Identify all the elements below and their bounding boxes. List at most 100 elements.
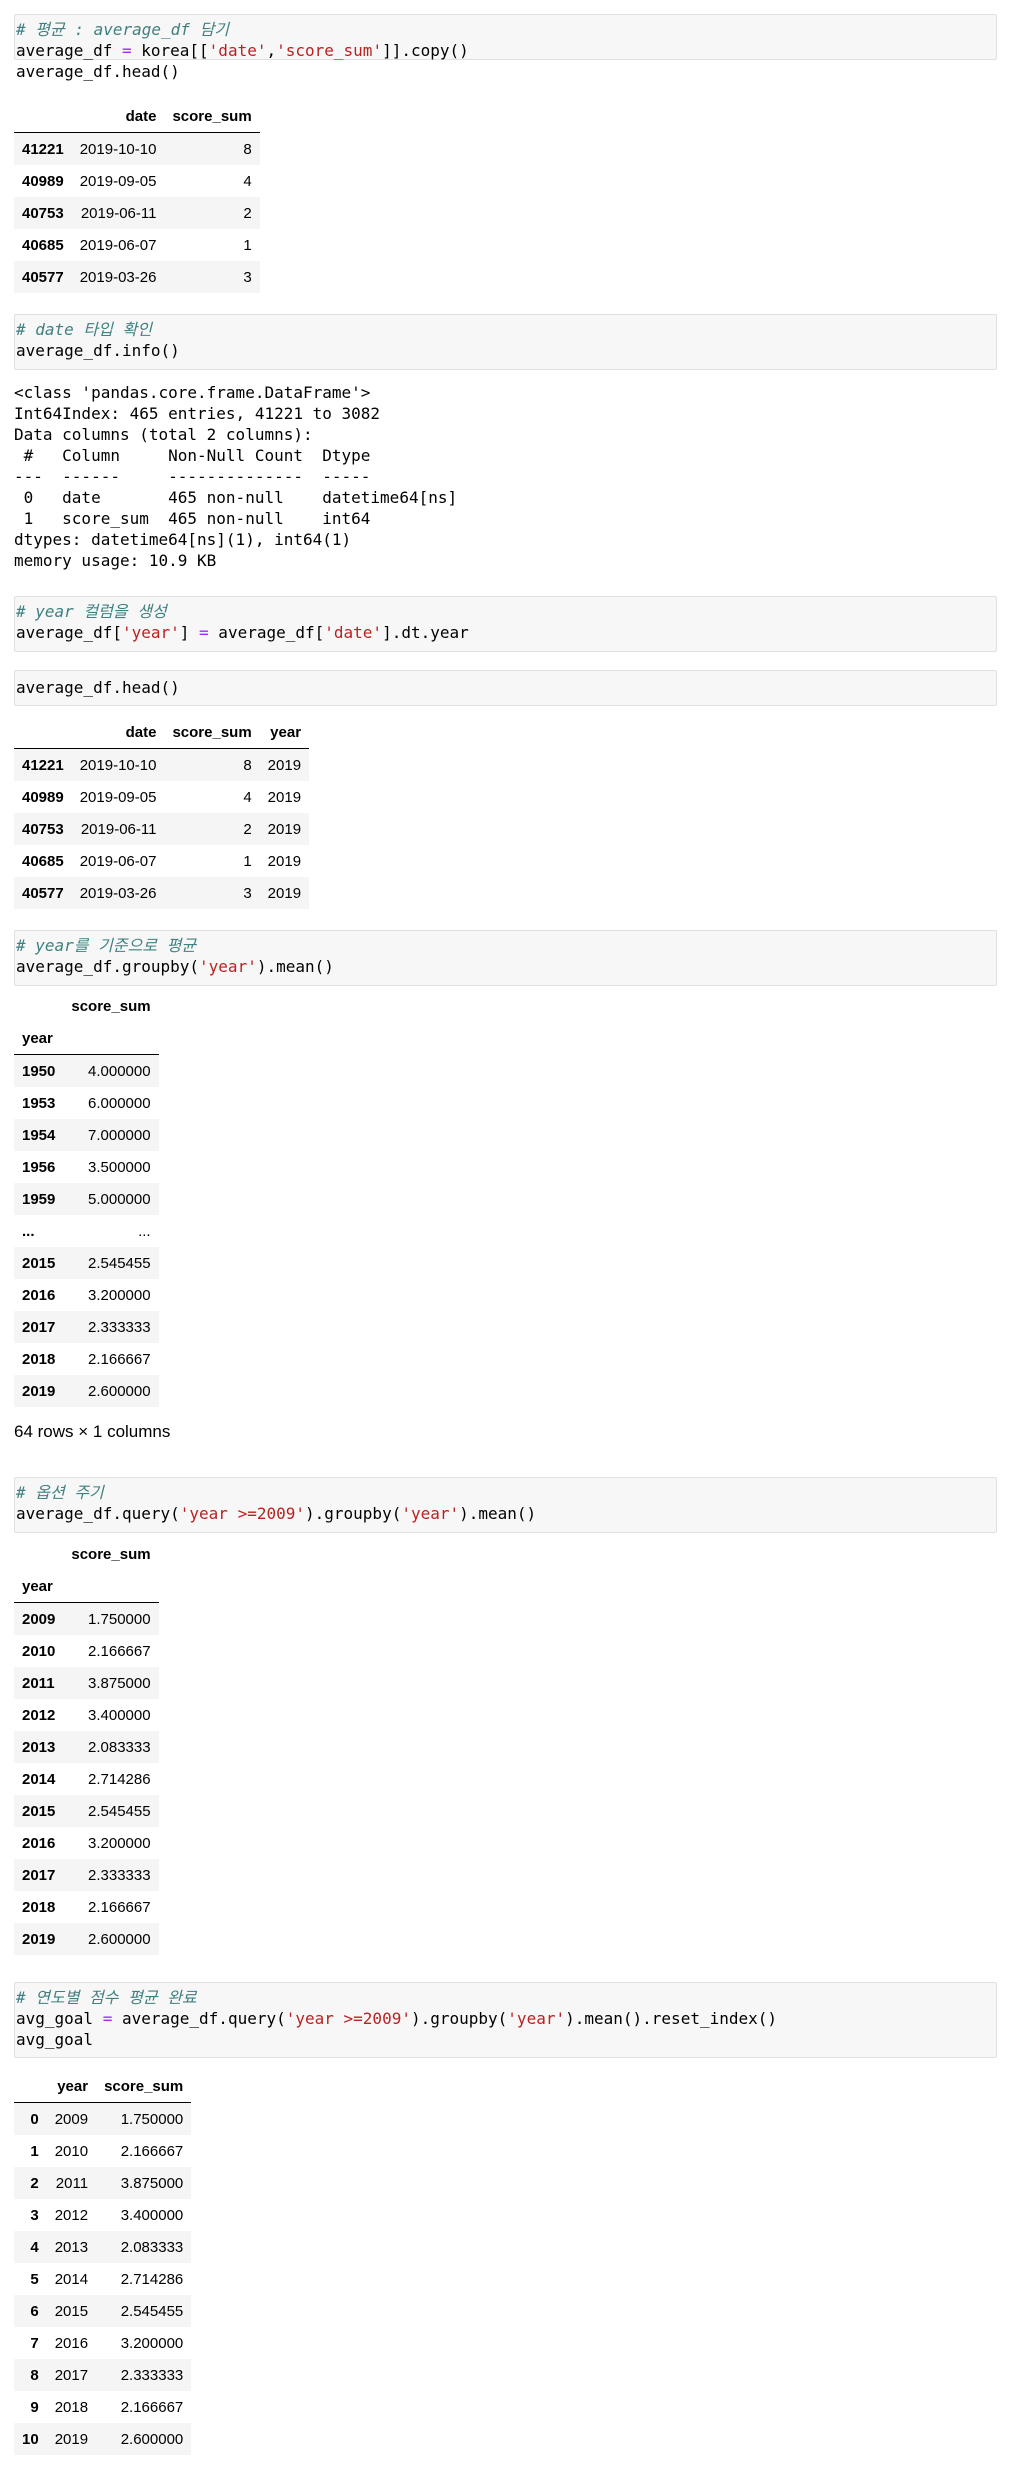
index-header [14,100,72,133]
column-header: score_sum [96,2070,192,2103]
output-line: 1 score_sum 465 non-null int64 [14,509,458,528]
table-row: 7 2016 3.200000 [14,2327,191,2359]
code-line: avg_goal [15,2029,996,2050]
table-row: 40685 2019-06-07 1 2019 [14,845,309,877]
cell-value: 2.166667 [88,1350,151,1368]
cell-value: 2.333333 [88,1318,151,1336]
cell-value: 2.545455 [88,1254,151,1272]
index-header [14,1538,63,1570]
index-name-row: year [14,1022,159,1055]
code-line: # date 타입 확인 [15,319,996,340]
code-string: 'year >=2009' [179,1504,305,1523]
cell-value: 2019-09-05 [79,788,157,806]
cell-value: 2012 [54,2206,89,2224]
row-index: 40989 [22,788,64,806]
code-cell-input[interactable]: # date 타입 확인 average_df.info() [14,314,997,370]
code-token: average_df.info() [16,341,180,360]
cell-value: 2019-10-10 [79,756,157,774]
code-token: avg_goal [16,2030,94,2049]
cell-value: 2.166667 [120,2398,184,2416]
shape-note: 64 rows × 1 columns [14,1422,171,1441]
cell-value: 2.545455 [120,2302,184,2320]
row-index: 2011 [22,1674,55,1692]
code-token: , [266,41,277,60]
column-header: year [46,2070,97,2103]
row-index: 2010 [22,1642,56,1660]
column-header: date [71,100,165,133]
code-cell-input[interactable]: # year를 기준으로 평균 average_df.groupby('year'… [14,930,997,986]
row-index: 2 [30,2174,39,2192]
output-line: --- ------ -------------- ----- [14,467,458,486]
row-index: 0 [30,2110,39,2128]
code-cell-input[interactable]: average_df.head() [14,670,997,706]
code-string: 'date' [208,41,267,60]
code-line: average_df.groupby('year').mean() [15,956,996,977]
table-row: 2013 2.083333 [14,1731,159,1763]
row-index: 40577 [22,268,64,286]
dataframe-table: score_sum year 2009 1.750000 2010 2.166667 201… [14,1538,159,1955]
code-string: 'year' [199,957,257,976]
cell-value: 1 [243,236,252,254]
row-index: 1953 [22,1094,56,1112]
table-row: 40577 2019-03-26 3 2019 [14,877,310,909]
cell-value: 2019-06-07 [79,852,157,870]
cell-value: 2013 [54,2238,89,2256]
code-line: # year 컬럼을 생성 [15,601,996,622]
header-row: year score_sum [14,2070,192,2103]
row-index: 2015 [22,1254,56,1272]
table-row: 2012 3.400000 [14,1699,159,1731]
code-line: # 옵션 주기 [15,1482,996,1503]
code-cell-input[interactable]: # year 컬럼을 생성 average_df['year'] = averag… [14,596,997,652]
code-string: 'year' [401,1504,460,1523]
cell-value: 2011 [55,2174,89,2192]
code-token: average_df.head() [16,678,180,697]
code-cell-input[interactable]: # 옵션 주기 average_df.query('year >=2009').g… [14,1477,997,1533]
code-cell-input[interactable]: # 연도별 점수 평균 완료 avg_goal = average_df.quer… [14,1982,997,2058]
row-index: 1950 [22,1062,56,1080]
column-header: score_sum [164,716,260,749]
output-line: Data columns (total 2 columns): [14,425,313,444]
code-line: average_df = korea[['date','score_sum']]… [15,40,996,61]
table-row: 2009 1.750000 [14,1602,159,1635]
cell-value: 3.875000 [88,1674,151,1692]
table-row: 40989 2019-09-05 4 [14,165,260,197]
cell-value: 2015 [54,2302,89,2320]
cell-value: 2019 [267,756,302,774]
cell-value: 1.750000 [88,1610,151,1628]
code-token: average_df[ [208,623,325,642]
row-index: 5 [30,2270,39,2288]
row-index: 7 [30,2334,39,2352]
code-line: average_df.query('year >=2009').groupby(… [15,1503,996,1524]
row-index: 2012 [22,1706,56,1724]
code-token: average_df.query( [112,2009,286,2028]
table-row: 2015 2.545455 [14,1795,159,1827]
code-token: ).groupby( [305,1504,402,1523]
code-cell-input[interactable]: # 평균 : average_df 담기 average_df = korea[[… [14,14,997,81]
code-token: average_df.groupby( [16,957,200,976]
row-index: 1956 [22,1158,56,1176]
code-string: 'year' [121,623,180,642]
cell-value: 4 [243,172,252,190]
cell-value: 2019-06-07 [79,236,157,254]
row-index: 40753 [22,820,64,838]
row-index: 2016 [22,1834,56,1852]
row-index: 2018 [22,1350,56,1368]
table-row: 2016 3.200000 [14,1827,159,1859]
cell-value: ... [138,1222,151,1240]
output-line: <class 'pandas.core.frame.DataFrame'> [14,383,371,402]
cell-value: 2.545455 [88,1802,151,1820]
table-row: 8 2017 2.333333 [14,2359,192,2391]
table-row: ...... [14,1215,159,1247]
cell-value: 2.083333 [88,1738,151,1756]
cell-value: 4.000000 [88,1062,151,1080]
row-index: 9 [30,2398,39,2416]
cell-value: 2.083333 [120,2238,184,2256]
table-row: 2019 2.600000 [14,1923,159,1955]
cell-value: 2.166667 [88,1898,151,1916]
code-string: 'year' [507,2009,566,2028]
table-row: 2016 3.200000 [14,1279,159,1311]
code-string: 'score_sum' [276,41,383,60]
row-index: 1954 [22,1126,56,1144]
index-name: year [14,1022,64,1055]
code-line: # 연도별 점수 평균 완료 [15,1987,996,2008]
